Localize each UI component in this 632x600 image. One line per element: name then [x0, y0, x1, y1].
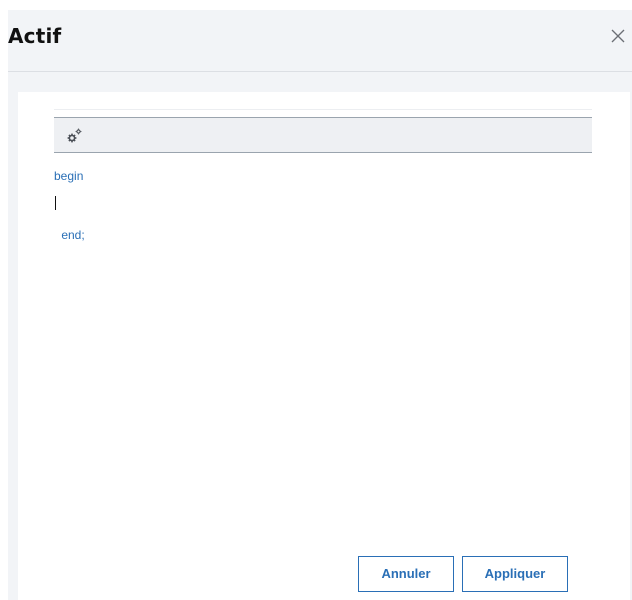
- editor-toolbar: [54, 117, 592, 153]
- dialog-body: begin end; Annuler Appliquer: [18, 92, 630, 600]
- close-icon[interactable]: [608, 26, 628, 46]
- apply-button[interactable]: Appliquer: [462, 556, 568, 592]
- code-line-end: end;: [58, 228, 85, 242]
- dialog-header: Actif: [8, 10, 632, 72]
- text-cursor: [55, 196, 56, 210]
- code-editor[interactable]: begin end;: [54, 109, 592, 252]
- gears-icon[interactable]: [64, 126, 84, 146]
- dialog-title: Actif: [8, 24, 62, 48]
- code-line-current[interactable]: [54, 196, 354, 212]
- code-line-begin: begin: [54, 169, 84, 183]
- cancel-button[interactable]: Annuler: [358, 556, 454, 592]
- dialog: Actif begin end; Annuler Appliquer: [8, 10, 632, 600]
